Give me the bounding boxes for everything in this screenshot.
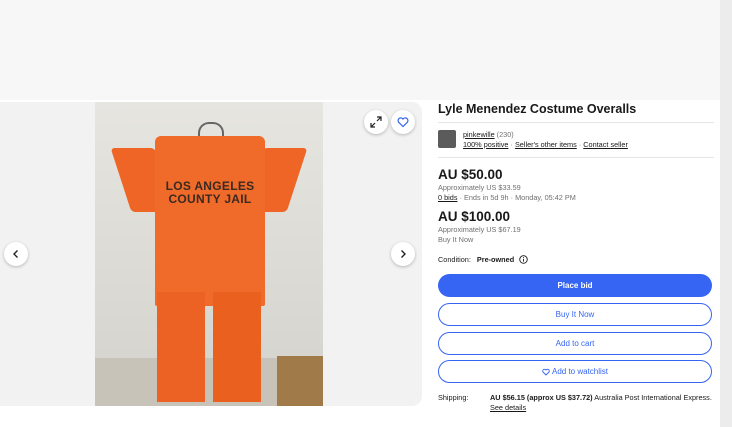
shipping-service: Australia Post International Express. (594, 393, 712, 402)
see-details-link[interactable]: See details (490, 403, 526, 412)
top-banner-area (0, 0, 732, 100)
auction-price: AU $50.00 (438, 167, 503, 182)
add-to-cart-button[interactable]: Add to cart (438, 332, 712, 355)
condition-label: Condition: (438, 255, 471, 264)
condition-value: Pre-owned (476, 255, 515, 264)
jumpsuit-leg-right (213, 292, 261, 402)
jumpsuit-leg-left (157, 292, 205, 402)
expand-icon[interactable] (364, 110, 388, 134)
info-icon[interactable] (519, 255, 528, 264)
page-scrollbar[interactable] (720, 0, 732, 427)
place-bid-button[interactable]: Place bid (438, 274, 712, 297)
divider (438, 122, 714, 123)
seller-other-items-link[interactable]: Seller's other items (515, 140, 577, 149)
buy-it-now-button[interactable]: Buy It Now (438, 303, 712, 326)
image-gallery: LOS ANGELES COUNTY JAIL (0, 102, 422, 406)
auction-approx-price: Approximately US $33.59 (438, 183, 521, 192)
auction-end-time: Ends in 5d 9h · Monday, 05:42 PM (463, 193, 576, 202)
seller-positive-link[interactable]: 100% positive (463, 140, 508, 149)
heart-icon (542, 368, 550, 376)
seller-avatar[interactable] (438, 130, 456, 148)
chevron-right-icon[interactable] (391, 242, 415, 266)
divider (438, 157, 714, 158)
shipping-label: Shipping: (438, 393, 469, 402)
add-to-watchlist-label: Add to watchlist (551, 367, 609, 376)
seller-name-link[interactable]: pinkewille (463, 130, 495, 139)
photo-box (277, 356, 323, 406)
buy-now-price: AU $100.00 (438, 209, 511, 224)
shipping-cost: AU $56.15 (approx US $37.72) (490, 393, 593, 402)
contact-seller-link[interactable]: Contact seller (583, 140, 628, 149)
jumpsuit-body (155, 136, 265, 306)
buy-now-approx-price: Approximately US $67.19 (438, 225, 521, 234)
buy-now-label: Buy It Now (438, 235, 474, 244)
chevron-left-icon[interactable] (4, 242, 28, 266)
listing-title: Lyle Menendez Costume Overalls (438, 102, 637, 116)
seller-feedback-count: (230) (496, 130, 514, 139)
jumpsuit-print: LOS ANGELES COUNTY JAIL (165, 179, 255, 206)
add-to-watchlist-button[interactable]: Add to watchlist (438, 360, 712, 383)
listing-photo[interactable]: LOS ANGELES COUNTY JAIL (95, 102, 323, 406)
bids-link[interactable]: 0 bids (438, 193, 457, 202)
heart-icon[interactable] (391, 110, 415, 134)
